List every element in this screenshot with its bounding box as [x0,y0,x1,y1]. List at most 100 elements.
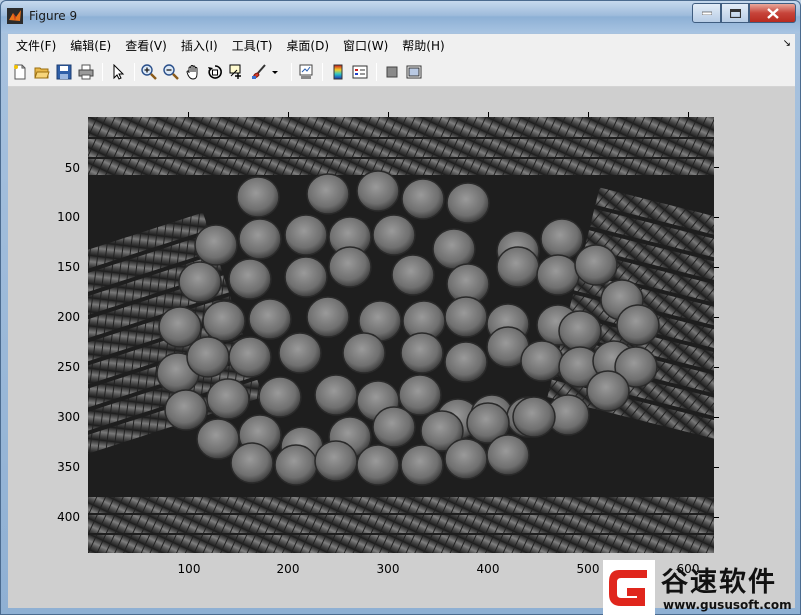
y-tick-label: 350 [57,460,80,474]
y-tick-label: 100 [57,210,80,224]
rebar-bundle-image [88,117,714,553]
rebar-end [284,214,328,256]
y-tick-label: 400 [57,510,80,524]
rebar-end [186,336,230,378]
rebar-end [202,300,246,342]
menu-help[interactable]: 帮助(H) [395,36,451,56]
rebar-end [194,224,238,266]
edit-plot-arrow-icon[interactable] [108,62,128,82]
y-tick-label: 50 [64,161,80,175]
figure-window: Figure 9 文件(F) 编辑(E) 查看(V) 插入(I) 工具(T) 桌… [0,0,801,615]
menu-dock-arrow-icon[interactable]: ↘ [783,38,791,49]
zoom-out-icon[interactable] [161,62,181,82]
rebar-end [496,246,540,288]
watermark-name: 谷速软件 [661,567,777,598]
window-title: Figure 9 [29,9,78,23]
menu-desktop[interactable]: 桌面(D) [279,36,336,56]
rebar-end [444,438,488,480]
close-button[interactable] [749,3,796,23]
x-tick-mark [288,112,289,117]
title-bar[interactable]: Figure 9 [1,1,800,33]
rebar-end [314,440,358,482]
y-tick-mark [714,167,719,168]
legend-icon[interactable] [350,62,370,82]
image-axes[interactable] [88,117,714,553]
x-tick-mark [188,112,189,117]
rebar-end [400,332,444,374]
save-icon[interactable] [54,62,74,82]
rebar-end [444,296,488,338]
close-icon [766,7,779,19]
rebar-end [356,444,400,486]
rebar-end [536,254,580,296]
rebar-end [230,442,274,484]
rebar-end [558,310,602,352]
x-tick-mark [688,112,689,117]
x-tick-label: 200 [276,562,300,576]
colorbar-icon[interactable] [328,62,348,82]
menu-window[interactable]: 窗口(W) [336,36,395,56]
toolbar-separator [322,63,323,81]
hide-plot-tools-icon[interactable] [382,62,402,82]
minimize-button[interactable] [692,3,721,23]
menu-bar: 文件(F) 编辑(E) 查看(V) 插入(I) 工具(T) 桌面(D) 窗口(W… [8,34,795,58]
print-icon[interactable] [76,62,96,82]
rebar-end [520,340,564,382]
show-plot-tools-icon[interactable] [404,62,424,82]
menu-file[interactable]: 文件(F) [9,36,63,56]
rebar-end [540,218,584,260]
menu-tools[interactable]: 工具(T) [225,36,280,56]
rebar-end [238,218,282,260]
y-tick-mark [714,317,719,318]
rebar-end [306,296,350,338]
x-tick-label: 300 [376,562,400,576]
rebar-end [314,374,358,416]
rebar-end [342,332,386,374]
menu-edit[interactable]: 编辑(E) [63,36,118,56]
rebar-end [284,256,328,298]
zoom-in-icon[interactable] [139,62,159,82]
rebar-end [278,332,322,374]
y-tick-mark [714,367,719,368]
data-cursor-icon[interactable] [227,62,247,82]
minimize-icon [701,11,712,15]
maximize-button[interactable] [721,3,749,23]
rebar-end [196,418,240,460]
y-tick-mark [714,417,719,418]
rebar-end [274,444,318,486]
rebar-end [512,396,556,438]
rebar-end [391,254,435,296]
toolbar-separator [291,63,292,81]
y-tick-label: 250 [57,360,80,374]
rebar-end [328,246,372,288]
y-tick-mark [714,517,719,518]
rebar-end [372,406,416,448]
figure-canvas[interactable]: 50 100 150 200 250 300 350 400 100 200 3… [8,87,795,608]
y-tick-label: 300 [57,410,80,424]
open-file-icon[interactable] [32,62,52,82]
pan-hand-icon[interactable] [183,62,203,82]
brush-dropdown-icon[interactable] [270,62,280,82]
watermark: 谷速软件 www.gususoft.com [603,560,801,615]
watermark-url: www.gususoft.com [663,598,792,612]
link-plot-icon[interactable] [296,62,316,82]
new-figure-icon[interactable] [10,62,30,82]
menu-view[interactable]: 查看(V) [118,36,174,56]
x-tick-mark [588,112,589,117]
y-tick-mark [714,217,719,218]
x-tick-mark [488,112,489,117]
rebar-end [164,389,208,431]
toolbar-separator [102,63,103,81]
rebar-end [258,376,302,418]
figure-toolbar [8,58,795,87]
brush-icon[interactable] [249,62,269,82]
y-tick-mark [714,267,719,268]
rotate-3d-icon[interactable] [205,62,225,82]
x-tick-mark [388,112,389,117]
menu-insert[interactable]: 插入(I) [174,36,225,56]
rebar-end [400,444,444,486]
matlab-icon [7,8,23,24]
rebar-end [178,261,222,303]
gususoft-logo-icon [603,560,655,615]
rebar-end [228,336,272,378]
